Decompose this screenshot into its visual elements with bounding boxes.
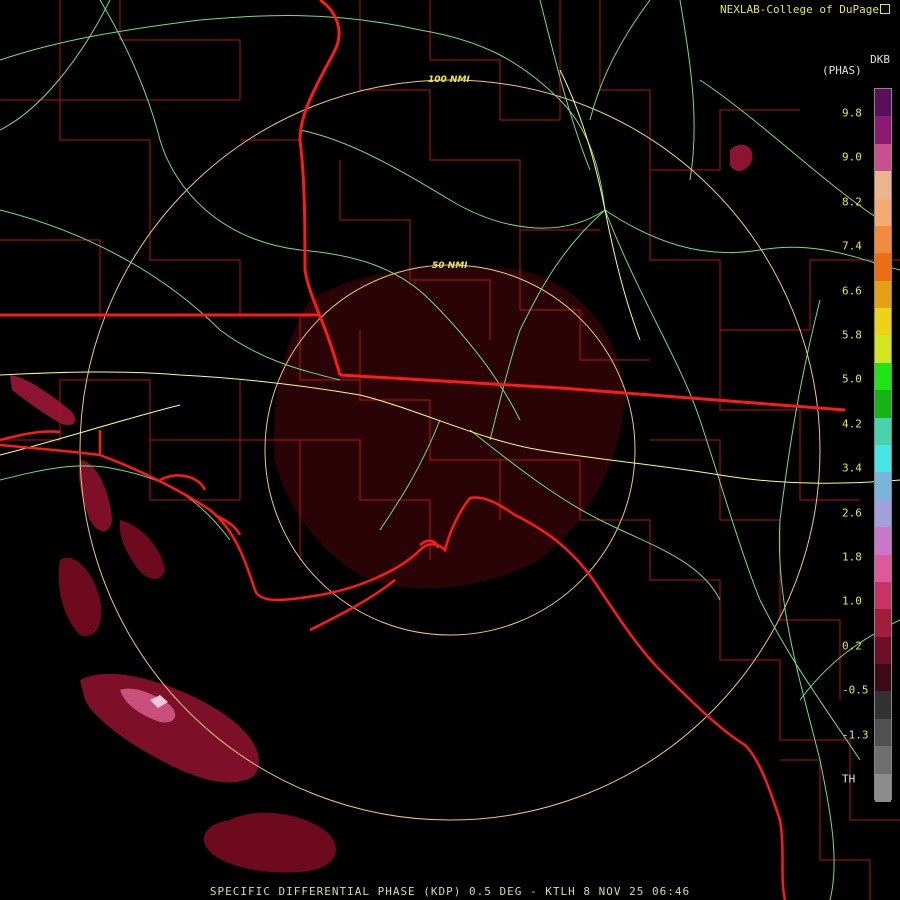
units-label-phas: (PHAS) [822,64,862,77]
color-scale-segment [875,335,891,364]
color-scale-segment [875,718,891,747]
color-scale-segment [875,308,891,337]
ring-labels: 100 NMI 50 NMI [428,75,470,271]
ring-label-50: 50 NMI [432,261,468,271]
color-scale-segment [875,773,891,802]
color-scale-segment [875,445,891,473]
color-scale-segment [875,472,891,501]
color-scale-segment [875,636,891,665]
color-scale-tick: 9.0 [842,150,862,164]
units-label-dkb: DKB [870,53,890,66]
color-scale-tick: 5.0 [842,372,862,386]
color-scale-tick: 8.2 [842,195,862,209]
color-scale-tick: TH [842,772,856,786]
color-scale-segment [875,390,891,419]
color-scale-segment [875,253,891,282]
color-scale-segment [875,746,891,775]
color-scale-tick: 9.8 [842,106,862,120]
color-scale-segment [875,664,891,693]
radar-display: 100 NMI 50 NMI NEXLAB-College of DuPage … [0,0,900,900]
color-scale-tick: 4.2 [842,417,862,431]
color-scale-tick: 7.4 [842,239,862,253]
color-scale-segment [875,362,891,391]
color-scale-segment [875,280,891,309]
color-scale-tick: 6.6 [842,284,862,298]
color-scale-segment [875,116,891,145]
credit-text: NEXLAB-College of DuPage [720,3,890,16]
color-scale-tick: 2.6 [842,506,862,520]
color-scale-segment [875,691,891,720]
color-scale-tick: 1.0 [842,594,862,608]
color-scale-segment [875,499,891,528]
color-scale-segment [875,554,891,583]
color-scale-tick: 3.4 [842,461,862,475]
external-link-icon[interactable] [880,4,890,14]
ring-label-100: 100 NMI [428,75,470,85]
color-scale-tick: 5.8 [842,328,862,342]
color-scale-segment [875,143,891,172]
color-scale-segment [875,417,891,446]
radar-map: 100 NMI 50 NMI [0,0,900,900]
color-scale-tick: -1.3 [842,728,869,742]
product-caption: SPECIFIC DIFFERENTIAL PHASE (KDP) 0.5 DE… [209,885,691,898]
color-scale-segment [875,581,891,610]
color-scale-tick: 1.8 [842,550,862,564]
credit-label: NEXLAB-College of DuPage [720,3,879,16]
color-scale-segment [875,89,891,117]
radar-echoes [10,144,753,873]
color-scale-segment [875,171,891,200]
color-scale-segment [875,225,891,254]
color-scale-tick: -0.5 [842,683,869,697]
color-scale-bar [874,88,892,802]
color-scale-segment [875,609,891,638]
color-scale-tick: 0.2 [842,639,862,653]
color-scale-segment [875,198,891,227]
color-scale-segment [875,527,891,556]
